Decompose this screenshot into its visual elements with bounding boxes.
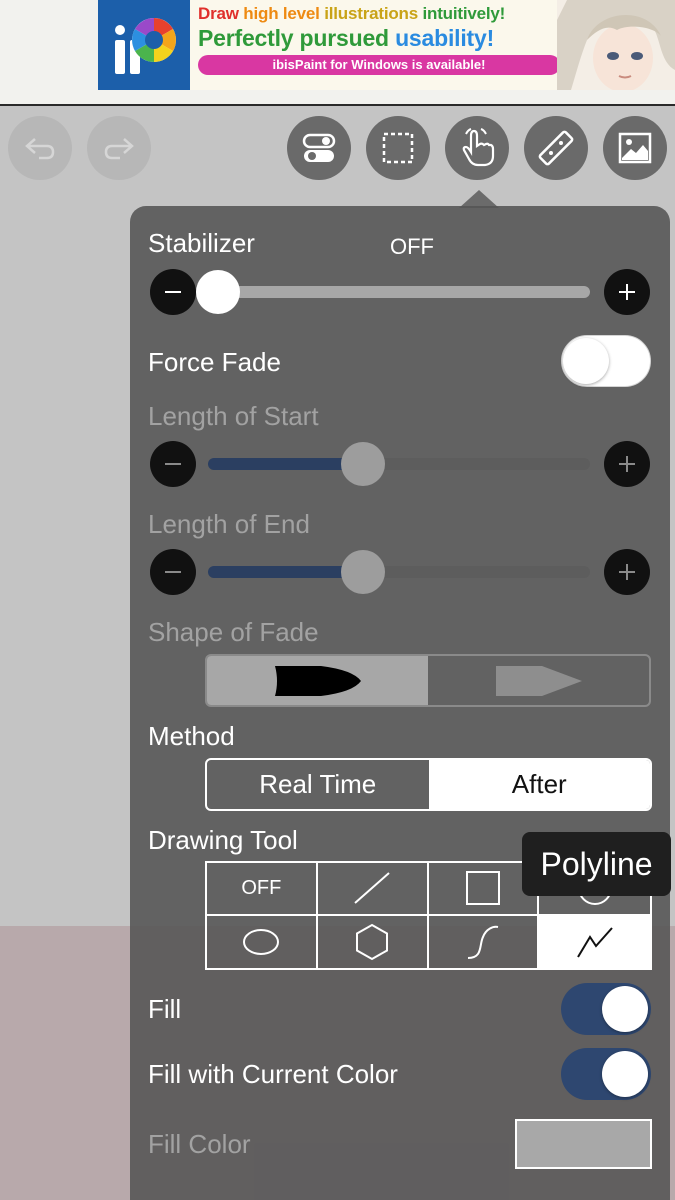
hexagon-icon [356,923,389,960]
ad-text: Draw high level illustrations intuitivel… [198,4,568,75]
stabilizer-slider[interactable] [208,286,590,298]
fill-color-label: Fill Color [148,1129,251,1159]
method-selector: Real Time After [205,758,652,811]
redo-button[interactable] [87,116,151,180]
fade-shape-straight[interactable] [428,656,649,705]
undo-icon [25,138,55,160]
rounded-taper-icon [274,665,361,696]
plus-icon [619,456,635,472]
ruler-icon [538,130,574,166]
length-of-start-knob[interactable] [341,442,385,486]
toggle-knob [602,1051,648,1097]
tool-polyline[interactable] [539,915,650,968]
straight-taper-icon [495,665,582,696]
ad-subheadline: Perfectly pursued usability! [198,25,495,51]
toggle-settings-icon [302,133,336,162]
ellipse-icon [243,928,280,955]
image-icon [618,132,652,164]
drawing-tool-label: Drawing Tool [148,825,298,855]
length-of-end-slider[interactable] [208,566,590,578]
tool-curve[interactable] [429,915,540,968]
stabilizer-label: Stabilizer [148,228,255,258]
fade-shape-rounded[interactable] [207,656,428,705]
minus-icon [165,571,181,573]
undo-button[interactable] [8,116,72,180]
toggle-knob [602,986,648,1032]
tool-hexagon[interactable] [318,915,429,968]
fill-with-current-color-label: Fill with Current Color [148,1059,398,1089]
curve-icon [467,925,499,959]
ad-headline: Draw high level illustrations intuitivel… [198,4,506,23]
length-of-start-minus-button[interactable] [150,441,196,487]
method-label: Method [148,721,235,751]
hand-touch-icon [462,128,495,167]
minus-icon [165,291,181,293]
ad-cta[interactable]: ibisPaint for Windows is available! [198,55,560,75]
stabilizer-knob[interactable] [196,270,240,314]
fill-label: Fill [148,994,182,1024]
ad-banner[interactable]: Draw high level illustrations intuitivel… [98,0,675,90]
length-of-end-plus-button[interactable] [604,549,650,595]
selection-icon [382,132,414,164]
image-button[interactable] [603,116,667,180]
slider-fill [208,566,363,578]
stabilizer-value: OFF [390,234,434,259]
length-of-start-label: Length of Start [148,401,319,431]
length-of-end-minus-button[interactable] [150,549,196,595]
selection-button[interactable] [366,116,430,180]
force-fade-label: Force Fade [148,347,281,377]
redo-icon [104,138,134,160]
stabilizer-plus-button[interactable] [604,269,650,315]
line-icon [354,872,390,904]
shape-of-fade-label: Shape of Fade [148,617,319,647]
slider-fill [208,458,363,470]
tool-off[interactable]: OFF [207,863,318,916]
length-of-end-knob[interactable] [341,550,385,594]
stabilizer-minus-button[interactable] [150,269,196,315]
force-fade-toggle[interactable] [561,335,651,387]
toggle-settings-button[interactable] [287,116,351,180]
minus-icon [165,463,181,465]
rectangle-icon [465,871,500,906]
fill-with-current-color-toggle[interactable] [561,1048,651,1100]
length-of-start-slider[interactable] [208,458,590,470]
plus-icon [619,564,635,580]
toggle-knob [563,338,609,384]
fill-toggle[interactable] [561,983,651,1035]
fill-color-swatch[interactable] [515,1119,652,1169]
hand-touch-button[interactable] [445,116,509,180]
shape-of-fade-selector [205,654,651,707]
ibispaint-logo-icon [98,0,190,90]
plus-icon [619,284,635,300]
length-of-end-label: Length of End [148,509,310,539]
tool-ellipse[interactable] [207,915,318,968]
tool-line[interactable] [317,863,429,916]
polyline-tooltip: Polyline [522,832,671,896]
method-after[interactable]: After [428,760,650,809]
ad-strip: Draw high level illustrations intuitivel… [0,0,675,106]
ad-character-illustration [557,0,675,90]
method-real-time[interactable]: Real Time [207,760,429,809]
length-of-start-plus-button[interactable] [604,441,650,487]
ruler-button[interactable] [524,116,588,180]
polyline-icon [576,927,613,958]
